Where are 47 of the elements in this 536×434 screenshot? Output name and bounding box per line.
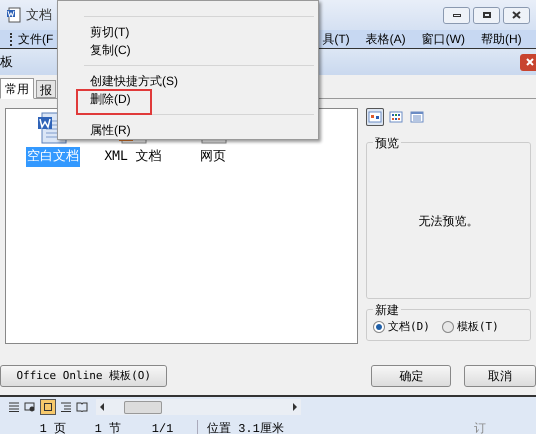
menu-item[interactable]: 剪切(T) xyxy=(90,22,130,41)
close-icon xyxy=(526,58,534,66)
tab[interactable]: 常用 xyxy=(0,78,34,99)
menu-item[interactable]: 复制(C) xyxy=(90,40,131,59)
menu-item[interactable]: 具(T) xyxy=(322,30,350,48)
status-field: 1 页 xyxy=(10,420,70,434)
dialog-button[interactable]: 取消 xyxy=(464,365,536,387)
outline-view-icon[interactable] xyxy=(60,402,72,412)
document-icon xyxy=(6,7,22,23)
status-field: 订 xyxy=(474,420,486,434)
radio-label: 模板(T) xyxy=(456,318,499,335)
close-button[interactable] xyxy=(503,6,530,24)
radio-label: 文档(D) xyxy=(388,318,430,335)
horizontal-scrollbar[interactable] xyxy=(96,399,301,415)
scroll-left-icon[interactable] xyxy=(100,403,104,411)
minimize-button[interactable] xyxy=(443,6,470,24)
status-field: 1 节 xyxy=(73,420,125,434)
menu-item[interactable]: 删除(D) xyxy=(90,90,131,108)
menu-item[interactable]: 属性(R) xyxy=(90,120,131,139)
scroll-right-icon[interactable] xyxy=(293,403,297,411)
menu-item[interactable]: 创建快捷方式(S) xyxy=(90,72,178,90)
template-item[interactable]: XML 文档 xyxy=(103,147,163,166)
book-icon[interactable] xyxy=(76,402,88,412)
dialog-title: 板 xyxy=(0,53,13,72)
menu-item[interactable]: 文件(F xyxy=(18,30,54,48)
print-view-button[interactable] xyxy=(40,399,56,415)
preview-message: 无法预览。 xyxy=(418,212,478,230)
group-label: 预览 xyxy=(373,134,401,152)
status-field: 位置 3.1厘米 xyxy=(201,420,341,434)
tab[interactable]: 报 xyxy=(36,80,56,98)
normal-view-icon[interactable] xyxy=(8,402,20,412)
close-button[interactable] xyxy=(520,54,536,70)
window-title: 文档 xyxy=(26,6,52,24)
menu-item[interactable]: 表格(A) xyxy=(366,30,406,48)
close-icon xyxy=(512,11,521,19)
view-button[interactable] xyxy=(366,108,384,126)
dialog-button[interactable]: Office Online 模板(O) xyxy=(0,365,168,387)
menu-item[interactable]: 窗口(W) xyxy=(422,30,465,48)
web-view-icon[interactable] xyxy=(24,402,36,412)
radio-button[interactable] xyxy=(442,321,454,333)
radio-button[interactable] xyxy=(373,321,385,333)
menu-item[interactable]: 帮助(H) xyxy=(480,30,522,48)
dialog-button[interactable]: 确定 xyxy=(371,365,452,387)
scroll-thumb[interactable] xyxy=(124,400,162,414)
maximize-button[interactable] xyxy=(473,6,500,24)
template-item[interactable]: 网页 xyxy=(199,147,227,166)
status-field: 1/1 xyxy=(128,420,198,434)
